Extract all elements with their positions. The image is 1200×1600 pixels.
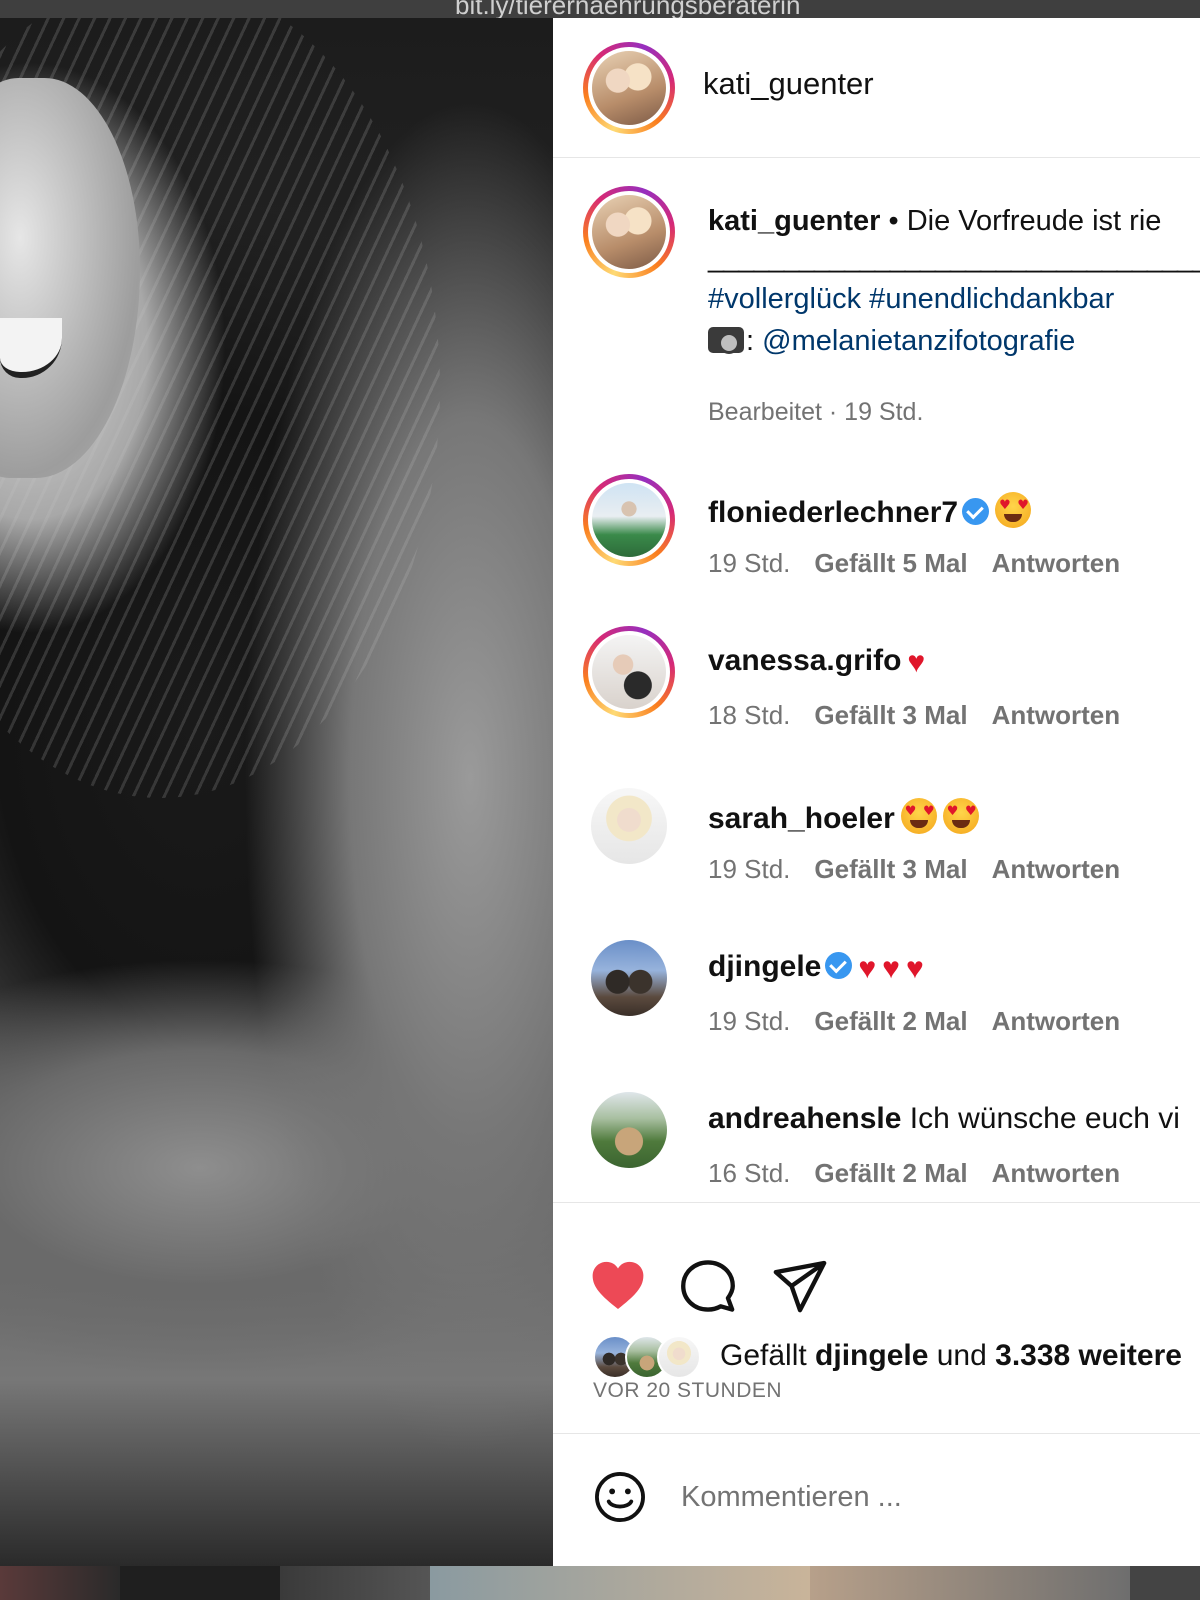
comment-reply-button[interactable]: Antworten: [992, 700, 1121, 730]
comment-time: 19 Std.: [708, 548, 791, 578]
comment-username[interactable]: sarah_hoeler: [708, 802, 895, 835]
comment-text: Ich wünsche euch vi: [901, 1102, 1180, 1135]
smiley-icon[interactable]: [593, 1470, 647, 1524]
likes-count[interactable]: 3.338 weitere: [995, 1339, 1182, 1372]
caption-text: Die Vorfreude ist rie: [906, 205, 1162, 237]
comment-likes[interactable]: Gefällt 2 Mal: [814, 1158, 967, 1188]
likes-text: Gefällt djingele und 3.338 weitere: [720, 1339, 1182, 1372]
camera-icon: [708, 327, 744, 354]
comment-item: sarah_hoeler 19 Std. Gefällt 3 Mal Antwort…: [553, 780, 1200, 930]
caption-username[interactable]: kati_guenter: [708, 205, 880, 237]
heart-eyes-emoji-icon: [900, 798, 937, 834]
comment-item: floniederlechner7 19 Std. Gefällt 5 Mal An…: [553, 474, 1200, 624]
photo-credit-link[interactable]: @melanietanzifotografie: [762, 325, 1075, 357]
comment-item: vanessa.grifo ♥ 18 Std. Gefällt 3 Mal Antwo…: [553, 626, 1200, 776]
comment-avatar[interactable]: [591, 788, 667, 864]
caption-separator: •: [880, 205, 907, 237]
comment-input-bar: [553, 1433, 1200, 1566]
post-header: kati_guenter: [553, 18, 1200, 158]
caption-photo-credit: : @melanietanzifotografie: [708, 325, 1075, 358]
browser-url-bar[interactable]: bit.ly/tierernaehrungsberaterin: [0, 0, 1200, 18]
comment-avatar[interactable]: [583, 474, 675, 566]
comment-avatar[interactable]: [591, 940, 667, 1016]
comment-reply-button[interactable]: Antworten: [992, 1158, 1121, 1188]
caption-text-line: kati_guenter • Die Vorfreude ist rie: [708, 200, 1161, 242]
liker-avatars: [593, 1335, 713, 1379]
likes-liker[interactable]: djingele: [815, 1339, 928, 1372]
comment-item: djingele ♥ ♥ ♥ 19 Std. Gefällt 2 Mal Antworte…: [553, 932, 1200, 1082]
comment-avatar[interactable]: [591, 1092, 667, 1168]
caption-meta: Bearbeitet · 19 Std.: [708, 398, 924, 426]
comment-avatar[interactable]: [583, 626, 675, 718]
caption-divider: _________________________________: [708, 242, 1200, 274]
comment-time: 19 Std.: [708, 1006, 791, 1036]
author-avatar[interactable]: [583, 42, 675, 134]
comment-username[interactable]: vanessa.grifo: [708, 644, 901, 677]
comment-reply-button[interactable]: Antworten: [992, 548, 1121, 578]
caption-hashtags[interactable]: #vollerglück #unendlichdankbar: [708, 283, 1114, 316]
comment-time: 19 Std.: [708, 854, 791, 884]
comment-reply-button[interactable]: Antworten: [992, 854, 1121, 884]
heart-emoji-icon: ♥: [858, 952, 877, 985]
heart-eyes-emoji-icon: [942, 798, 979, 834]
heart-emoji-icon: ♥: [907, 646, 926, 679]
thumbnail: [0, 1566, 120, 1600]
thumbnail: [120, 1566, 280, 1600]
comment-likes[interactable]: Gefällt 3 Mal: [814, 700, 967, 730]
comment-reply-button[interactable]: Antworten: [992, 1006, 1121, 1036]
comment-username[interactable]: floniederlechner7: [708, 496, 958, 529]
comment-username[interactable]: djingele: [708, 950, 821, 983]
speech-bubble-icon[interactable]: [679, 1257, 737, 1315]
paper-plane-icon[interactable]: [771, 1257, 829, 1315]
heart-emoji-icon: ♥: [882, 952, 900, 985]
comment-likes[interactable]: Gefällt 3 Mal: [814, 854, 967, 884]
comment-likes[interactable]: Gefällt 5 Mal: [814, 548, 967, 578]
thumbnail: [430, 1566, 810, 1600]
comment-time: 18 Std.: [708, 700, 791, 730]
verified-badge-icon: [962, 498, 990, 525]
url-text: bit.ly/tierernaehrungsberaterin: [455, 0, 801, 18]
caption-avatar[interactable]: [583, 186, 675, 278]
comment-time: 16 Std.: [708, 1158, 791, 1188]
photo-credit-prefix: :: [746, 325, 763, 357]
post-photo[interactable]: [0, 18, 553, 1566]
thumbnail: [1130, 1566, 1200, 1600]
thumbnail: [280, 1566, 430, 1600]
heart-filled-icon[interactable]: [589, 1257, 647, 1315]
author-username[interactable]: kati_guenter: [703, 66, 874, 102]
post-time-ago: VOR 20 STUNDEN: [593, 1379, 783, 1402]
comment-username[interactable]: andreahensle: [708, 1102, 901, 1135]
thumbnail: [810, 1566, 1130, 1600]
comment-likes[interactable]: Gefällt 2 Mal: [814, 1006, 967, 1036]
background-thumbnail-strip: [0, 1566, 1200, 1600]
verified-badge-icon: [825, 952, 853, 979]
heart-emoji-icon: ♥: [905, 952, 924, 985]
comment-input[interactable]: [681, 1472, 1181, 1522]
heart-eyes-emoji-icon: [995, 492, 1032, 528]
post-side-panel: kati_guenter kati_guenter • Die Vorfreud…: [553, 18, 1200, 1566]
